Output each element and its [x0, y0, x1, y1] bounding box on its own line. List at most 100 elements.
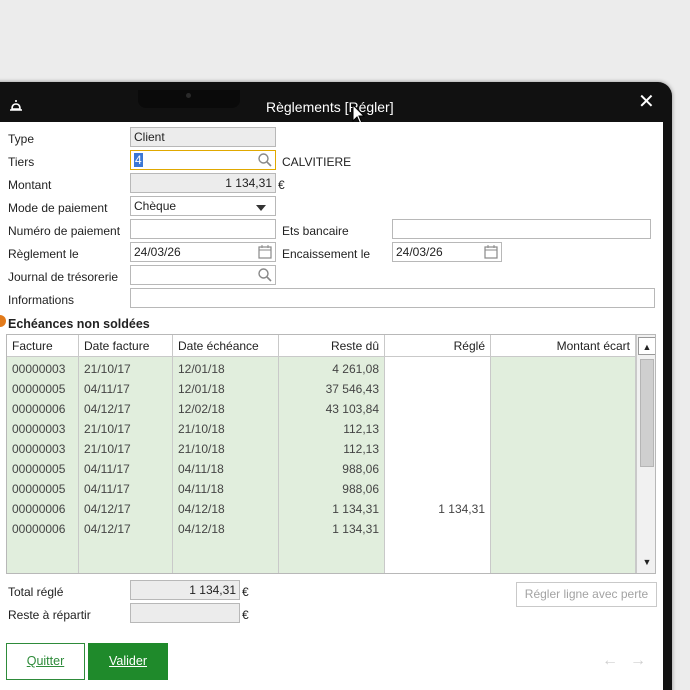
column-header[interactable]: Reste dû: [279, 335, 384, 357]
table-cell[interactable]: 4 261,08: [279, 359, 384, 379]
column-header[interactable]: Montant écart: [491, 335, 635, 357]
table-cell[interactable]: 21/10/18: [173, 439, 278, 459]
quit-button[interactable]: Quitter: [6, 643, 85, 680]
reglement-date-input[interactable]: 24/03/26: [130, 242, 276, 262]
scroll-up-icon[interactable]: ▲: [638, 337, 655, 355]
table-cell[interactable]: 04/12/17: [79, 399, 172, 419]
column-header[interactable]: Date échéance: [173, 335, 278, 357]
table-cell[interactable]: [491, 439, 635, 459]
table-cell[interactable]: 21/10/17: [79, 439, 172, 459]
table-cell[interactable]: 988,06: [279, 479, 384, 499]
table-cell[interactable]: [385, 359, 490, 379]
table-cell[interactable]: [385, 379, 490, 399]
table-cell[interactable]: 1 134,31: [279, 499, 384, 519]
table-cell[interactable]: 112,13: [279, 419, 384, 439]
numero-input[interactable]: [130, 219, 276, 239]
type-label: Type: [8, 132, 35, 146]
table-cell[interactable]: [491, 499, 635, 519]
table-cell[interactable]: 12/01/18: [173, 379, 278, 399]
arrow-left-icon[interactable]: ←: [602, 652, 618, 670]
table-scrollbar[interactable]: ▲ ▼: [636, 335, 655, 573]
validate-button[interactable]: Valider: [88, 643, 168, 680]
table-cell[interactable]: 21/10/17: [79, 419, 172, 439]
arrow-right-icon[interactable]: →: [630, 652, 646, 670]
table-cell[interactable]: [491, 399, 635, 419]
column-header[interactable]: Date facture: [79, 335, 172, 357]
camera-dot: [186, 93, 191, 98]
table-cell[interactable]: 1 134,31: [385, 499, 490, 519]
table-cell[interactable]: 112,13: [279, 439, 384, 459]
info-input[interactable]: [130, 288, 655, 308]
column-reste-du: Reste dû 4 261,08 37 546,43 43 103,84 112,1…: [279, 335, 385, 573]
table-cell[interactable]: [385, 459, 490, 479]
table-cell[interactable]: [491, 359, 635, 379]
echeances-table[interactable]: Facture 00000003 00000005 00000006 00000003…: [6, 334, 656, 574]
table-cell[interactable]: 00000005: [7, 479, 78, 499]
table-cell[interactable]: 12/01/18: [173, 359, 278, 379]
calendar-icon[interactable]: [257, 244, 273, 260]
scroll-down-icon[interactable]: ▼: [638, 553, 655, 571]
table-cell[interactable]: 04/12/17: [79, 499, 172, 519]
table-cell[interactable]: 04/11/17: [79, 479, 172, 499]
table-cell[interactable]: 00000006: [7, 519, 78, 539]
mode-select[interactable]: Chèque: [130, 196, 276, 216]
column-date-echeance: Date échéance 12/01/18 12/01/18 12/02/18 21…: [173, 335, 279, 573]
table-cell[interactable]: 04/11/18: [173, 459, 278, 479]
table-cell[interactable]: 12/02/18: [173, 399, 278, 419]
table-cell[interactable]: 00000006: [7, 499, 78, 519]
table-cell[interactable]: [491, 519, 635, 539]
type-field: Client: [130, 127, 276, 147]
chevron-down-icon[interactable]: [255, 200, 271, 216]
table-cell[interactable]: 1 134,31: [279, 519, 384, 539]
table-cell[interactable]: 21/10/17: [79, 359, 172, 379]
column-header[interactable]: Réglé: [385, 335, 490, 357]
table-cell[interactable]: [491, 459, 635, 479]
table-cell[interactable]: 04/12/18: [173, 519, 278, 539]
column-header[interactable]: Facture: [7, 335, 78, 357]
table-cell[interactable]: 04/11/17: [79, 379, 172, 399]
table-cell[interactable]: 00000003: [7, 419, 78, 439]
journal-label: Journal de trésorerie: [8, 270, 119, 284]
table-cell[interactable]: [385, 479, 490, 499]
table-cell[interactable]: 00000003: [7, 359, 78, 379]
column-regle: Réglé 1 134,31: [385, 335, 491, 573]
close-icon[interactable]: ✕: [638, 92, 660, 114]
total-currency: €: [242, 585, 249, 599]
table-cell[interactable]: [385, 399, 490, 419]
search-icon[interactable]: [257, 152, 273, 168]
table-cell[interactable]: 04/12/17: [79, 519, 172, 539]
table-cell[interactable]: [385, 419, 490, 439]
table-cell[interactable]: [491, 479, 635, 499]
tiers-name: CALVITIERE: [282, 155, 352, 169]
ets-input[interactable]: [392, 219, 651, 239]
regler-perte-button[interactable]: Régler ligne avec perte: [516, 582, 657, 607]
table-cell[interactable]: 988,06: [279, 459, 384, 479]
journal-input[interactable]: [130, 265, 276, 285]
table-cell[interactable]: 00000005: [7, 459, 78, 479]
search-icon[interactable]: [257, 267, 273, 283]
table-cell[interactable]: 00000005: [7, 379, 78, 399]
calendar-icon[interactable]: [483, 244, 499, 260]
tiers-input[interactable]: 4: [130, 150, 276, 170]
tiers-input-value: 4: [134, 153, 143, 167]
table-cell[interactable]: [491, 419, 635, 439]
table-cell[interactable]: [385, 439, 490, 459]
table-cell[interactable]: 37 546,43: [279, 379, 384, 399]
table-cell[interactable]: 04/12/18: [173, 499, 278, 519]
montant-field[interactable]: 1 134,31: [130, 173, 276, 193]
scroll-thumb[interactable]: [640, 359, 654, 467]
encaissement-date-value: 24/03/26: [396, 245, 443, 259]
table-cell[interactable]: 00000003: [7, 439, 78, 459]
numero-label: Numéro de paiement: [8, 224, 121, 238]
encaissement-date-input[interactable]: 24/03/26: [392, 242, 502, 262]
montant-label: Montant: [8, 178, 52, 192]
total-label: Total réglé: [8, 585, 64, 599]
table-cell[interactable]: 00000006: [7, 399, 78, 419]
table-cell[interactable]: [491, 379, 635, 399]
reste-label: Reste à répartir: [8, 608, 91, 622]
table-cell[interactable]: 21/10/18: [173, 419, 278, 439]
table-cell[interactable]: 04/11/18: [173, 479, 278, 499]
table-cell[interactable]: 04/11/17: [79, 459, 172, 479]
table-cell[interactable]: [385, 519, 490, 539]
table-cell[interactable]: 43 103,84: [279, 399, 384, 419]
